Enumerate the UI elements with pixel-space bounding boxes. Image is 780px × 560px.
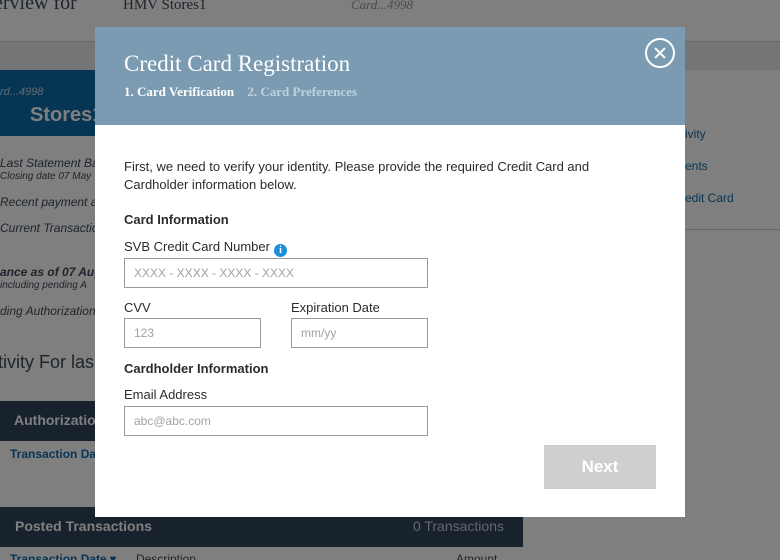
expiration-date-label: Expiration Date	[291, 300, 380, 315]
modal-header: Credit Card Registration 1. Card Verific…	[95, 27, 685, 125]
credit-card-registration-modal: Credit Card Registration 1. Card Verific…	[95, 27, 685, 517]
step-card-preferences: 2. Card Preferences	[247, 84, 358, 99]
modal-title: Credit Card Registration	[124, 51, 351, 76]
card-number-label: SVB Credit Card Number	[124, 239, 270, 254]
info-icon[interactable]: i	[273, 244, 287, 257]
step-card-verification: 1. Card Verification	[124, 84, 235, 99]
card-information-heading: Card Information	[124, 212, 229, 227]
close-icon[interactable]	[645, 38, 675, 68]
card-number-label-row: SVB Credit Card Number i	[124, 239, 287, 257]
card-number-input[interactable]	[124, 258, 428, 288]
email-address-input[interactable]	[124, 406, 428, 436]
step-indicator: 1. Card Verification 2. Card Preferences	[124, 84, 357, 100]
cvv-label: CVV	[124, 300, 151, 315]
intro-text: First, we need to verify your identity. …	[124, 159, 590, 192]
cardholder-information-heading: Cardholder Information	[124, 361, 269, 376]
next-button[interactable]: Next	[544, 445, 656, 489]
expiration-date-input[interactable]	[291, 318, 428, 348]
email-address-label: Email Address	[124, 387, 208, 402]
cvv-input[interactable]	[124, 318, 261, 348]
